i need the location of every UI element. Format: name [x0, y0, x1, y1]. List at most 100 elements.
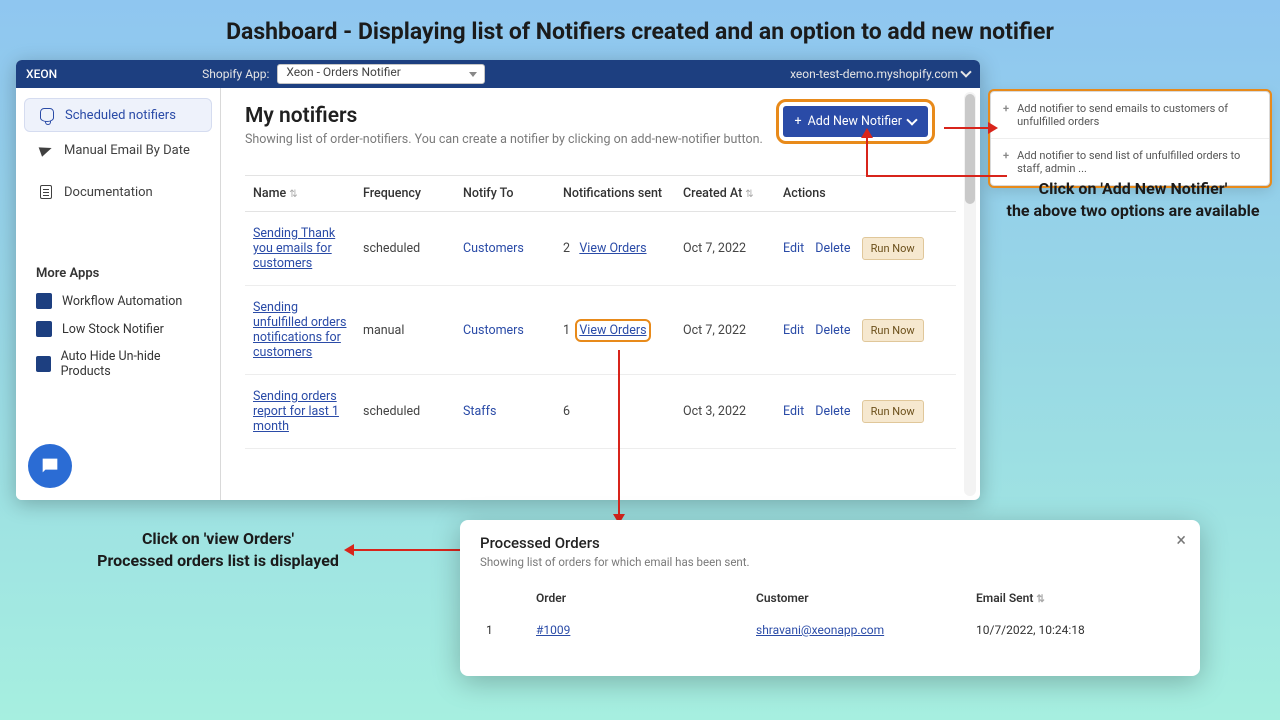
- notifier-name-link[interactable]: Sending unfulfilled orders notifications…: [253, 300, 346, 360]
- app-select[interactable]: Xeon - Orders Notifier: [277, 64, 485, 84]
- top-bar: XEON Shopify App: Xeon - Orders Notifier…: [16, 60, 980, 88]
- app-select-value: Xeon - Orders Notifier: [286, 65, 400, 79]
- chevron-down-icon: [960, 66, 971, 77]
- annotation-left: Click on 'view Orders' Processed orders …: [88, 528, 348, 571]
- delete-link[interactable]: Delete: [815, 404, 850, 419]
- scrollbar-track[interactable]: [964, 92, 976, 496]
- sort-icon: ⇅: [289, 189, 297, 200]
- cell-created: Oct 7, 2022: [675, 286, 775, 375]
- edit-link[interactable]: Edit: [783, 241, 804, 256]
- store-label: xeon-test-demo.myshopify.com: [790, 67, 958, 81]
- scrollbar-thumb[interactable]: [965, 94, 975, 204]
- sidebar-item-label: Documentation: [64, 185, 153, 200]
- app-link-workflow-automation[interactable]: Workflow Automation: [16, 287, 220, 315]
- sidebar-item-scheduled-notifiers[interactable]: Scheduled notifiers: [24, 98, 212, 132]
- more-apps-heading: More Apps: [16, 266, 220, 281]
- brand-label: XEON: [26, 67, 57, 81]
- plus-icon: +: [1003, 149, 1009, 175]
- app-icon: [36, 293, 52, 309]
- app-link-label: Workflow Automation: [62, 294, 182, 309]
- delete-link[interactable]: Delete: [815, 241, 850, 256]
- app-link-label: Low Stock Notifier: [62, 322, 164, 337]
- sort-icon: ⇅: [1036, 594, 1044, 605]
- cell-frequency: scheduled: [355, 212, 455, 286]
- cell-sent: 1 View Orders: [555, 286, 675, 375]
- cell-created: Oct 7, 2022: [675, 212, 775, 286]
- col-name[interactable]: Name⇅: [245, 176, 355, 212]
- notify-to-link[interactable]: Customers: [463, 241, 524, 256]
- sidebar-item-documentation[interactable]: Documentation: [24, 176, 212, 208]
- table-row: Sending Thank you emails for customers s…: [245, 212, 956, 286]
- col-email-sent[interactable]: Email Sent⇅: [970, 583, 1180, 613]
- col-order: Order: [530, 583, 750, 613]
- col-index: [480, 583, 530, 613]
- app-window: XEON Shopify App: Xeon - Orders Notifier…: [16, 60, 980, 500]
- delete-link[interactable]: Delete: [815, 323, 850, 338]
- modal-subtitle: Showing list of orders for which email h…: [480, 555, 1180, 569]
- view-orders-link[interactable]: View Orders: [579, 323, 646, 338]
- sidebar-item-label: Manual Email By Date: [64, 143, 190, 158]
- sidebar-item-manual-email[interactable]: Manual Email By Date: [24, 134, 212, 166]
- customer-link[interactable]: shravani@xeonapp.com: [756, 623, 884, 637]
- run-now-button[interactable]: Run Now: [862, 400, 924, 423]
- add-notifier-dropdown: + Add notifier to send emails to customer…: [990, 91, 1270, 186]
- sort-icon: ⇅: [745, 189, 753, 200]
- col-customer: Customer: [750, 583, 970, 613]
- add-new-notifier-button[interactable]: + Add New Notifier: [783, 106, 928, 137]
- table-row: 1 #1009 shravani@xeonapp.com 10/7/2022, …: [480, 613, 1180, 647]
- dropdown-option-label: Add notifier to send emails to customers…: [1017, 102, 1257, 128]
- app-link-label: Auto Hide Un-hide Products: [61, 349, 200, 379]
- processed-orders-table: Order Customer Email Sent⇅ 1 #1009 shrav…: [480, 583, 1180, 647]
- run-now-button[interactable]: Run Now: [862, 237, 924, 260]
- col-created-at[interactable]: Created At⇅: [675, 176, 775, 212]
- cell-index: 1: [480, 613, 530, 647]
- document-icon: [38, 184, 54, 200]
- app-select-label: Shopify App:: [202, 67, 269, 81]
- col-notifications-sent: Notifications sent: [555, 176, 675, 212]
- sidebar-item-label: Scheduled notifiers: [65, 108, 176, 123]
- table-row: Sending unfulfilled orders notifications…: [245, 286, 956, 375]
- chat-icon: [39, 455, 61, 477]
- annotation-title: Dashboard - Displaying list of Notifiers…: [0, 18, 1280, 45]
- processed-orders-modal: × Processed Orders Showing list of order…: [460, 520, 1200, 676]
- cell-sent: 2 View Orders: [555, 212, 675, 286]
- col-actions: Actions: [775, 176, 956, 212]
- app-icon: [36, 321, 52, 337]
- notify-to-link[interactable]: Staffs: [463, 404, 496, 419]
- table-row: Sending orders report for last 1 month s…: [245, 375, 956, 449]
- cell-sent: 6: [555, 375, 675, 449]
- support-chat-bubble[interactable]: [28, 444, 72, 488]
- arrow-modal-to-annotation: [342, 540, 466, 560]
- plus-icon: +: [1003, 102, 1009, 128]
- notifiers-table: Name⇅ Frequency Notify To Notifications …: [245, 175, 956, 449]
- dropdown-option-customers[interactable]: + Add notifier to send emails to customer…: [991, 92, 1269, 138]
- edit-link[interactable]: Edit: [783, 404, 804, 419]
- view-orders-link[interactable]: View Orders: [579, 241, 646, 256]
- modal-title: Processed Orders: [480, 534, 1180, 552]
- bell-icon: [39, 107, 55, 123]
- order-link[interactable]: #1009: [536, 623, 570, 637]
- app-link-low-stock-notifier[interactable]: Low Stock Notifier: [16, 315, 220, 343]
- col-frequency: Frequency: [355, 176, 455, 212]
- col-notify-to: Notify To: [455, 176, 555, 212]
- sidebar: Scheduled notifiers Manual Email By Date…: [16, 88, 221, 500]
- dropdown-option-label: Add notifier to send list of unfulfilled…: [1017, 149, 1257, 175]
- send-icon: [38, 142, 54, 158]
- add-button-label: Add New Notifier: [808, 114, 902, 129]
- main-content: My notifiers Showing list of order-notif…: [221, 88, 980, 500]
- cell-frequency: scheduled: [355, 375, 455, 449]
- app-link-auto-hide-products[interactable]: Auto Hide Un-hide Products: [16, 343, 220, 385]
- run-now-button[interactable]: Run Now: [862, 319, 924, 342]
- store-switcher[interactable]: xeon-test-demo.myshopify.com: [790, 67, 970, 81]
- cell-created: Oct 3, 2022: [675, 375, 775, 449]
- annotation-right: Click on 'Add New Notifier' the above tw…: [997, 178, 1269, 221]
- notifier-name-link[interactable]: Sending orders report for last 1 month: [253, 389, 339, 434]
- edit-link[interactable]: Edit: [783, 323, 804, 338]
- plus-icon: +: [795, 114, 802, 129]
- cell-frequency: manual: [355, 286, 455, 375]
- notifier-name-link[interactable]: Sending Thank you emails for customers: [253, 226, 335, 271]
- cell-email-sent: 10/7/2022, 10:24:18: [970, 613, 1180, 647]
- notify-to-link[interactable]: Customers: [463, 323, 524, 338]
- close-icon[interactable]: ×: [1176, 530, 1186, 551]
- app-icon: [36, 356, 51, 372]
